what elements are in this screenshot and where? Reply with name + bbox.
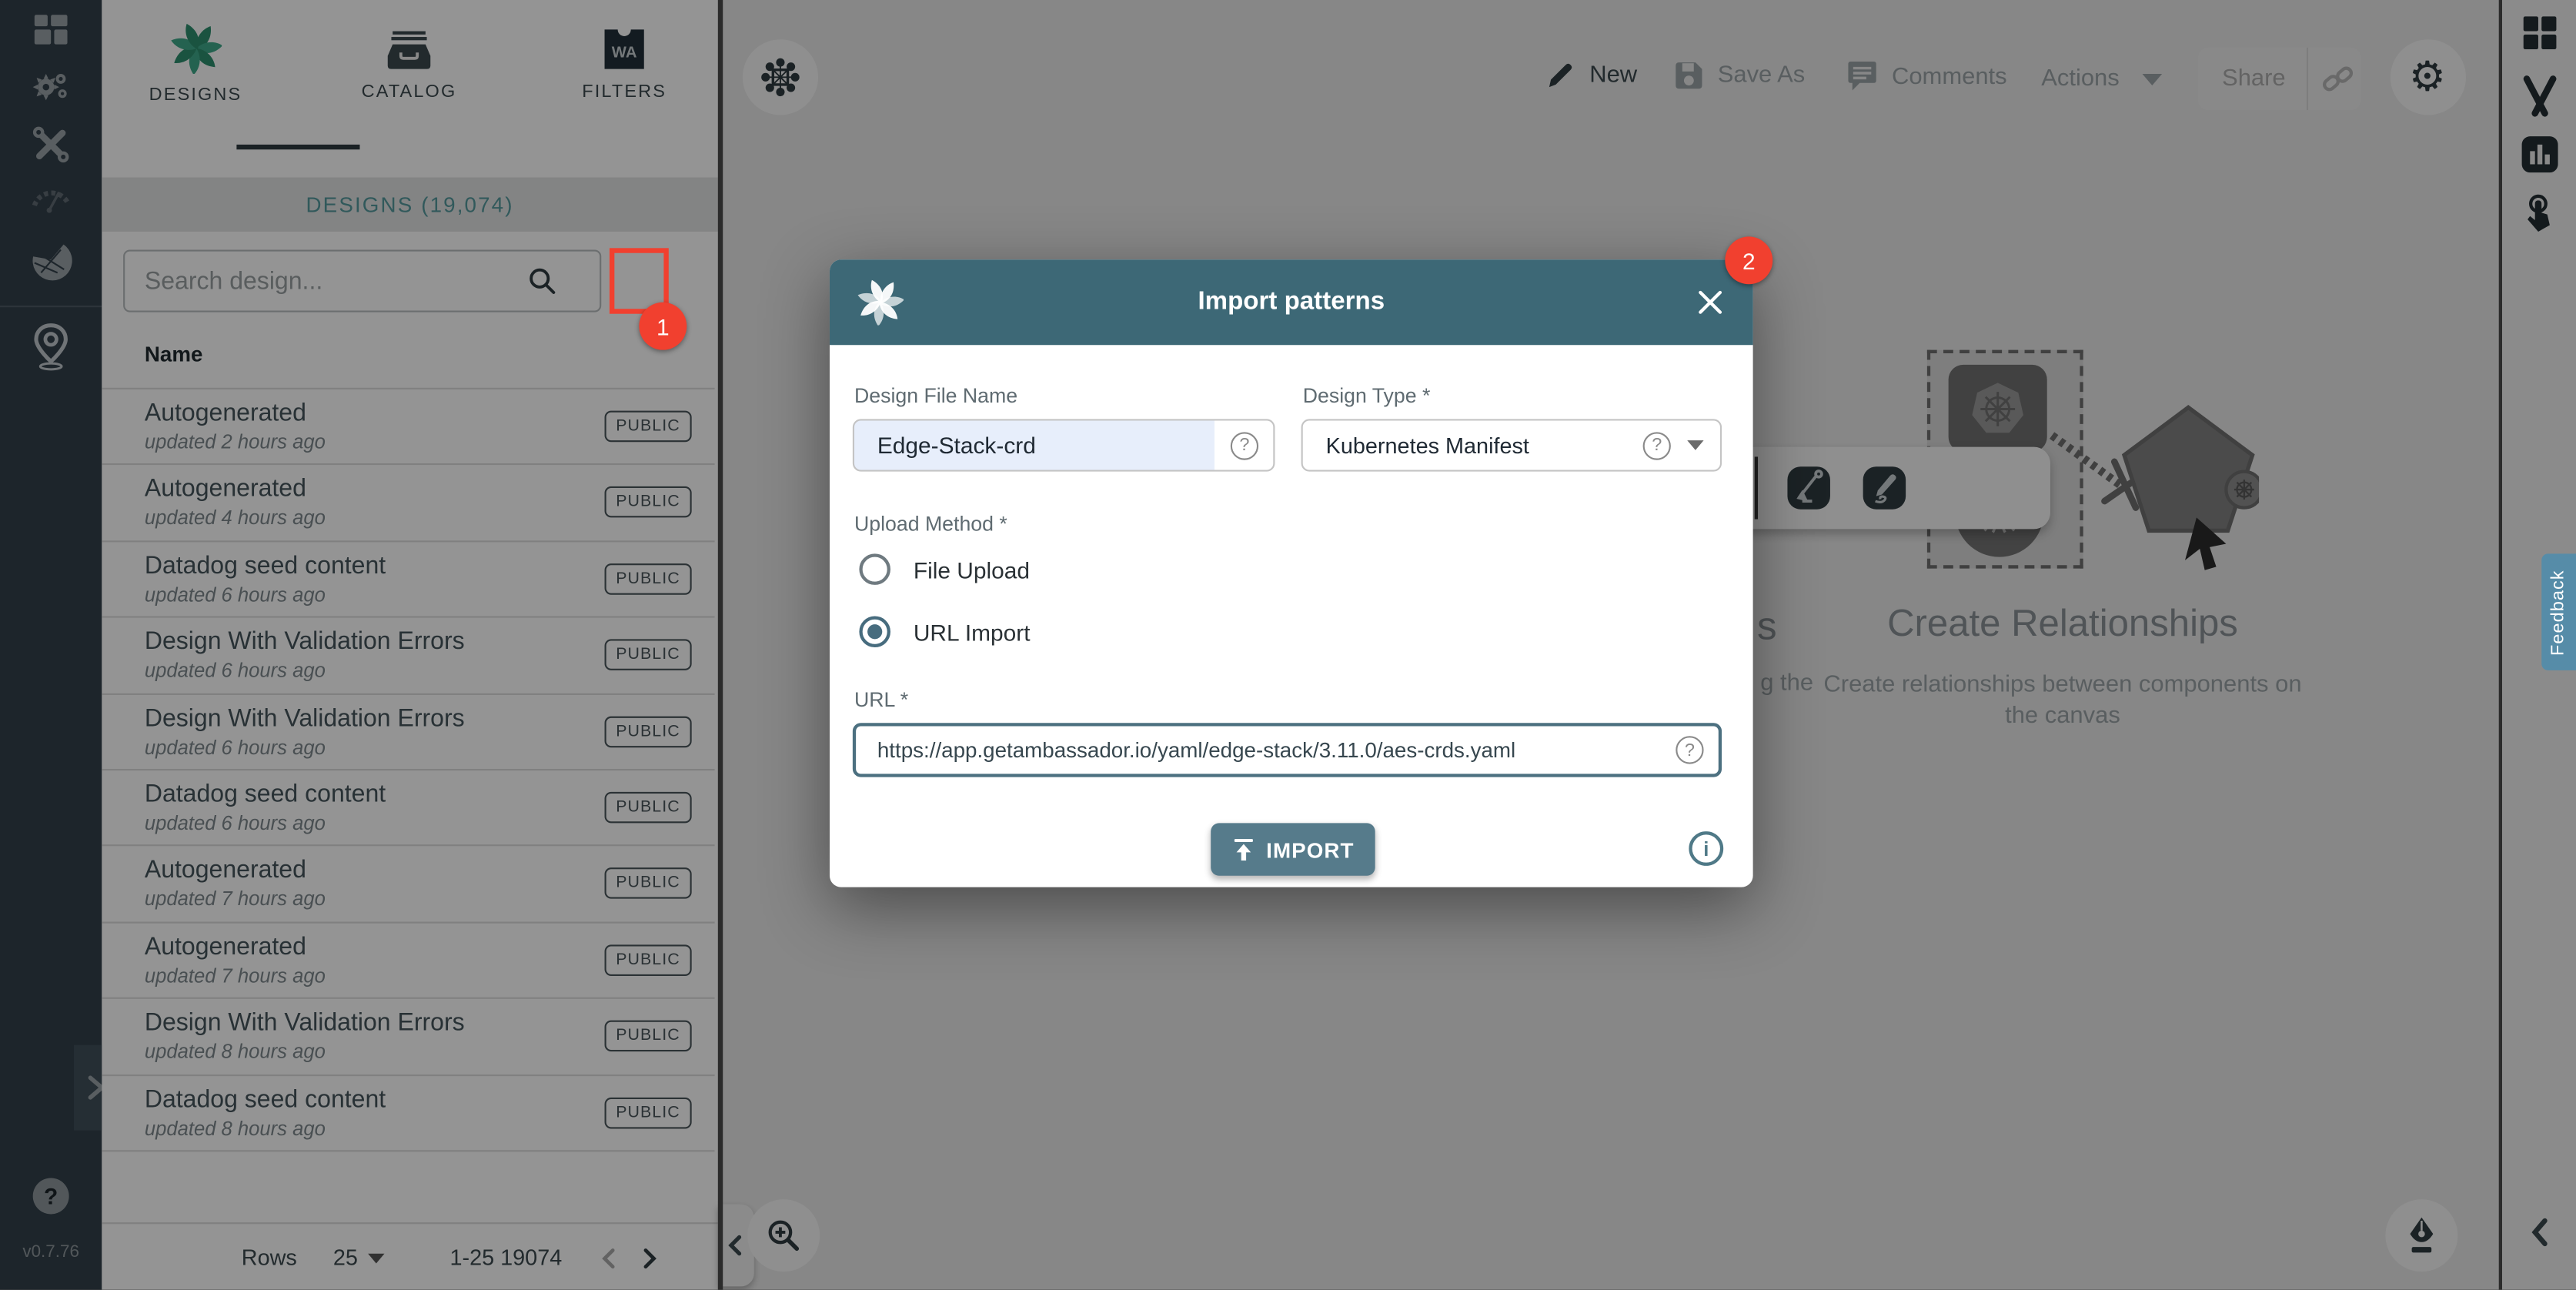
design-file-name-input[interactable]: Edge-Stack-crd ? xyxy=(853,419,1275,471)
url-input[interactable]: https://app.getambassador.io/yaml/edge-s… xyxy=(853,723,1722,777)
import-button[interactable]: IMPORT xyxy=(1211,823,1375,875)
caret-down-icon xyxy=(1687,440,1703,450)
app-root: ? v0.7.76 DESIGNS CATALOG xyxy=(0,0,2576,1290)
radio-off-icon xyxy=(859,553,890,585)
radio-file-upload[interactable]: File Upload xyxy=(859,553,1030,585)
design-file-name-value: Edge-Stack-crd xyxy=(877,432,1036,458)
design-type-select[interactable]: Kubernetes Manifest ? xyxy=(1301,419,1722,471)
modal-header: Import patterns xyxy=(830,259,1753,345)
feedback-label: Feedback xyxy=(2549,569,2569,655)
help-question-icon[interactable]: ? xyxy=(1676,736,1703,764)
radio-url-import-label: URL Import xyxy=(914,619,1031,645)
url-value: https://app.getambassador.io/yaml/edge-s… xyxy=(877,737,1515,762)
radio-file-upload-label: File Upload xyxy=(914,556,1030,583)
url-label: URL * xyxy=(854,688,908,711)
upload-icon xyxy=(1231,837,1255,862)
annotation-step-1: 1 xyxy=(639,302,687,350)
meshery-logo-white-icon xyxy=(857,279,904,326)
upload-method-label: Upload Method * xyxy=(854,513,1007,536)
feedback-tab[interactable]: Feedback xyxy=(2541,553,2576,670)
import-patterns-modal: Import patterns Design File Name Edge-St… xyxy=(830,259,1753,887)
radio-on-icon xyxy=(859,616,890,647)
radio-url-import[interactable]: URL Import xyxy=(859,616,1030,647)
help-question-icon[interactable]: ? xyxy=(1643,431,1671,459)
design-file-name-label: Design File Name xyxy=(854,384,1017,407)
import-button-label: IMPORT xyxy=(1266,837,1354,862)
close-icon[interactable] xyxy=(1697,289,1723,316)
annotation-step-2: 2 xyxy=(1725,236,1772,284)
design-type-value: Kubernetes Manifest xyxy=(1326,433,1529,457)
info-icon[interactable]: i xyxy=(1689,831,1723,866)
design-type-label: Design Type * xyxy=(1303,384,1431,407)
modal-title: Import patterns xyxy=(830,288,1753,317)
help-question-icon[interactable]: ? xyxy=(1231,431,1258,459)
